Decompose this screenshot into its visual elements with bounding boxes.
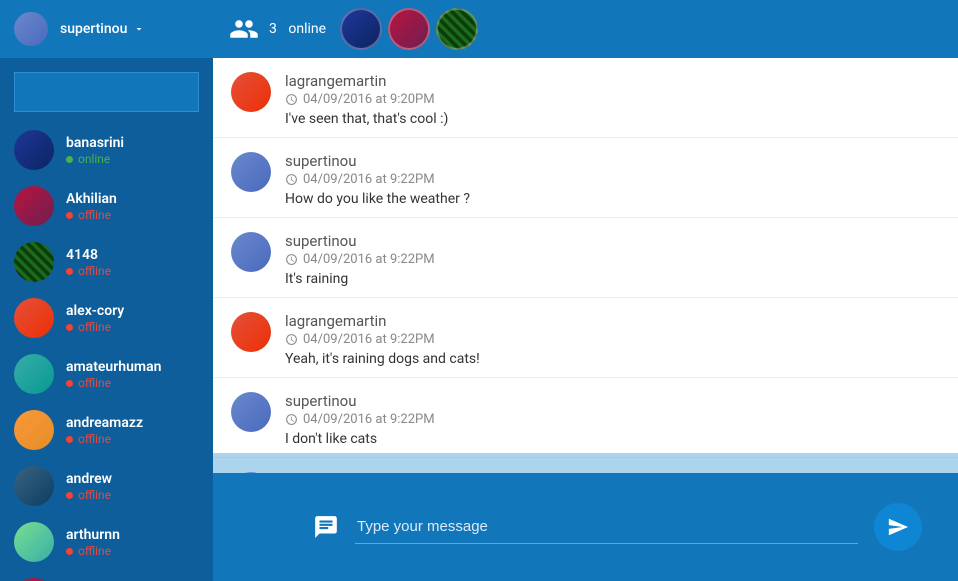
search-box[interactable]: [14, 72, 199, 112]
message-text: Yeah, it's raining dogs and cats!: [285, 351, 940, 367]
message-row: lagrangemartin 04/09/2016 at 9:20PM I've…: [213, 58, 958, 138]
composer: [213, 473, 958, 581]
clock-icon: [285, 333, 298, 346]
contact-item[interactable]: alex-cory offline: [0, 290, 213, 346]
status-dot-icon: [66, 324, 73, 331]
composer-wrap: [213, 453, 958, 581]
contact-avatar: [14, 354, 54, 394]
status-dot-icon: [66, 436, 73, 443]
search-input[interactable]: [15, 84, 220, 100]
contact-item[interactable]: arthurnn offline: [0, 514, 213, 570]
status-dot-icon: [66, 548, 73, 555]
message-time: 04/09/2016 at 9:22PM: [285, 332, 940, 347]
clock-icon: [285, 93, 298, 106]
composer-fade: [213, 453, 958, 473]
contact-avatar: [14, 410, 54, 450]
contact-list: banasrini online Akhilian offline: [0, 122, 213, 581]
online-user-avatar[interactable]: [388, 8, 430, 50]
contact-avatar: [14, 186, 54, 226]
online-user-avatar[interactable]: [436, 8, 478, 50]
contact-avatar: [14, 298, 54, 338]
message-row: lagrangemartin 04/09/2016 at 9:22PM Yeah…: [213, 298, 958, 378]
contact-status: offline: [66, 432, 143, 446]
online-user-avatar[interactable]: [340, 8, 382, 50]
send-icon: [887, 516, 909, 538]
contact-status: online: [66, 152, 124, 166]
message-avatar: [231, 152, 271, 192]
main-panel: 3 online lagrangemartin 04/09/2016 at 9:…: [213, 0, 958, 581]
message-avatar: [231, 72, 271, 112]
contact-status: offline: [66, 320, 124, 334]
contact-item[interactable]: andreamazz offline: [0, 402, 213, 458]
sidebar: supertinou banasrini: [0, 0, 213, 581]
status-dot-icon: [66, 268, 73, 275]
current-user-row[interactable]: supertinou: [0, 0, 213, 58]
message-author: lagrangemartin: [285, 72, 940, 90]
contact-name: Akhilian: [66, 190, 117, 208]
contact-avatar: [14, 242, 54, 282]
message-avatar: [231, 232, 271, 272]
message-text: I don't like cats: [285, 431, 940, 447]
message-avatar: [231, 392, 271, 432]
message-text: How do you like the weather ?: [285, 191, 940, 207]
contact-status: offline: [66, 544, 120, 558]
contact-avatar: [14, 130, 54, 170]
contact-item[interactable]: amateurhuman offline: [0, 346, 213, 402]
contact-item[interactable]: Akhilian offline: [0, 178, 213, 234]
message-author: supertinou: [285, 232, 940, 250]
message-time: 04/09/2016 at 9:20PM: [285, 92, 940, 107]
status-dot-icon: [66, 212, 73, 219]
message-row: supertinou 04/09/2016 at 9:22PM It's rai…: [213, 218, 958, 298]
message-author: supertinou: [285, 152, 940, 170]
clock-icon: [285, 253, 298, 266]
message-time: 04/09/2016 at 9:22PM: [285, 252, 940, 267]
contact-avatar: [14, 522, 54, 562]
message-author: supertinou: [285, 392, 940, 410]
contact-status: offline: [66, 488, 112, 502]
contact-name: andrew: [66, 470, 112, 488]
chevron-down-icon: [133, 23, 145, 35]
message-avatar: [231, 312, 271, 352]
chat-header: 3 online: [213, 0, 958, 58]
contact-status: offline: [66, 208, 117, 222]
contact-name: amateurhuman: [66, 358, 161, 376]
people-icon: [229, 14, 259, 44]
contact-name: 4148: [66, 246, 111, 264]
message-text: It's raining: [285, 271, 940, 287]
current-user-name: supertinou: [60, 21, 127, 37]
contact-status: offline: [66, 264, 111, 278]
online-avatars: [340, 8, 478, 50]
chat-icon: [313, 514, 339, 540]
send-button[interactable]: [874, 503, 922, 551]
contact-item[interactable]: 4148 offline: [0, 234, 213, 290]
message-row: supertinou 04/09/2016 at 9:22PM How do y…: [213, 138, 958, 218]
message-input[interactable]: [355, 510, 858, 544]
contact-name: arthurnn: [66, 526, 120, 544]
current-user-avatar: [14, 12, 48, 46]
online-count: 3 online: [269, 21, 326, 37]
contact-item[interactable]: andrew offline: [0, 458, 213, 514]
contact-name: alex-cory: [66, 302, 124, 320]
status-dot-icon: [66, 380, 73, 387]
message-time: 04/09/2016 at 9:22PM: [285, 172, 940, 187]
app-root: supertinou banasrini: [0, 0, 958, 581]
message-row: supertinou 04/09/2016 at 9:22PM I don't …: [213, 378, 958, 458]
clock-icon: [285, 413, 298, 426]
contact-avatar: [14, 466, 54, 506]
contact-name: andreamazz: [66, 414, 143, 432]
message-author: lagrangemartin: [285, 312, 940, 330]
message-text: I've seen that, that's cool :): [285, 111, 940, 127]
contact-status: offline: [66, 376, 161, 390]
contact-item[interactable]: banasrini online: [0, 122, 213, 178]
status-dot-icon: [66, 492, 73, 499]
search-wrap: [0, 58, 213, 122]
contact-name: banasrini: [66, 134, 124, 152]
message-time: 04/09/2016 at 9:22PM: [285, 412, 940, 427]
status-dot-icon: [66, 156, 73, 163]
contact-item[interactable]: avdi: [0, 570, 213, 581]
clock-icon: [285, 173, 298, 186]
